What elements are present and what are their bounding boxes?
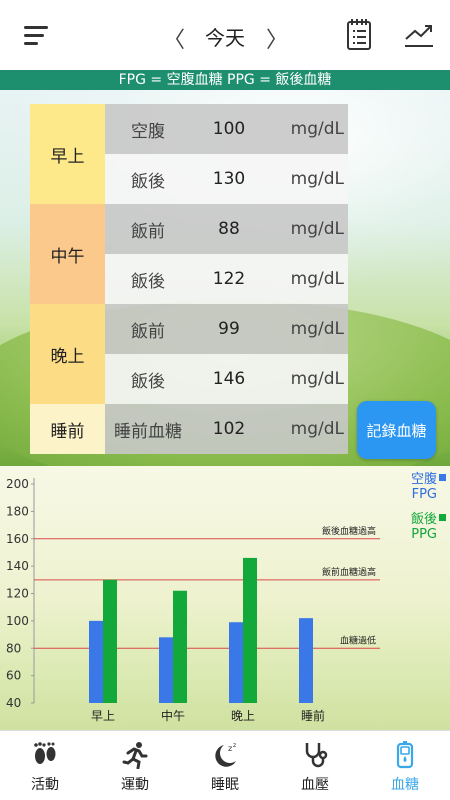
record-glucose-button[interactable]: 記錄血糖 [357, 401, 436, 459]
y-tick-label: 80 [6, 641, 21, 655]
reference-line-label: 飯後血糖過高 [322, 525, 376, 537]
nav-item-activity[interactable]: 活動 [0, 731, 90, 800]
reading-value: 99 [218, 319, 240, 339]
trend-chart-icon[interactable] [404, 22, 434, 48]
reading-value: 100 [212, 119, 246, 139]
reading-unit: mg/dL [290, 269, 344, 289]
legend-fpg-swatch [439, 474, 446, 481]
y-tick-label: 40 [6, 696, 21, 710]
legend-ppg: 飯後 PPG [402, 512, 446, 542]
table-row[interactable]: 飯前 99 mg/dL [105, 304, 348, 354]
reading-value: 102 [212, 419, 246, 439]
y-tick-label: 160 [6, 532, 29, 546]
abbreviation-legend: FPG = 空腹血糖 PPG = 飯後血糖 [0, 70, 450, 90]
bottom-navigation: 活動 運動 z z 睡眠 血壓 血糖 [0, 730, 450, 800]
period-bedtime: 睡前 [30, 404, 105, 454]
nav-label: 血壓 [301, 777, 329, 793]
legend-fpg: 空腹 FPG [402, 472, 446, 502]
nav-item-sleep[interactable]: z z 睡眠 [180, 731, 270, 800]
reading-label: 空腹 [131, 121, 165, 142]
reading-value: 88 [218, 219, 240, 239]
reading-label: 飯後 [131, 371, 165, 392]
glucose-meter-icon [396, 741, 414, 769]
table-row[interactable]: 飯後 122 mg/dL [105, 254, 348, 304]
previous-day-button[interactable]: 〈 [163, 22, 185, 54]
nav-item-blood-pressure[interactable]: 血壓 [270, 731, 360, 800]
reading-label: 飯後 [131, 271, 165, 292]
reading-unit: mg/dL [290, 119, 344, 139]
nav-label: 血糖 [391, 777, 419, 793]
period-morning: 早上 [30, 104, 105, 204]
nav-label: 睡眠 [211, 777, 239, 793]
chart-bar [173, 590, 187, 703]
y-tick-label: 140 [6, 559, 29, 573]
glucose-chart: 40 60 80 100 120 140 160 180 200 飯後血糖過高 飯前血糖過高血糖過低… [0, 466, 450, 730]
reading-value: 130 [212, 169, 246, 189]
legend-ppg-swatch [439, 514, 446, 521]
y-tick-label: 180 [6, 504, 29, 518]
y-tick-label: 60 [6, 669, 21, 683]
reading-unit: mg/dL [290, 319, 344, 339]
reading-unit: mg/dL [290, 369, 344, 389]
reading-unit: mg/dL [290, 419, 344, 439]
reading-value: 122 [212, 269, 246, 289]
menu-icon[interactable] [24, 26, 48, 46]
x-tick-label: 早上 [91, 709, 115, 723]
svg-text:z: z [228, 744, 232, 753]
x-tick-label: 睡前 [301, 708, 325, 723]
nav-item-blood-glucose[interactable]: 血糖 [360, 731, 450, 800]
legend-ppg-label: 飯後 [410, 512, 437, 527]
nav-label: 活動 [31, 777, 59, 793]
chart-bar [103, 579, 117, 703]
x-tick-label: 中午 [161, 708, 185, 723]
legend-fpg-abbr: FPG [411, 487, 437, 502]
stethoscope-icon [305, 743, 328, 768]
reference-line-label: 血糖過低 [340, 634, 376, 646]
chart-bar [299, 618, 313, 703]
footprints-icon [34, 742, 56, 764]
reading-label: 飯後 [131, 171, 165, 192]
reference-line-label: 飯前血糖過高 [322, 566, 376, 578]
table-row[interactable]: 睡前血糖 102 mg/dL [105, 404, 348, 454]
nav-item-exercise[interactable]: 運動 [90, 731, 180, 800]
svg-text:z: z [233, 742, 236, 749]
next-day-button[interactable]: 〉 [266, 22, 288, 54]
y-tick-label: 120 [6, 587, 29, 601]
reading-label: 飯前 [131, 221, 165, 242]
reading-label: 飯前 [131, 321, 165, 342]
chart-bar [243, 557, 257, 703]
chart-bar [159, 637, 173, 703]
table-row[interactable]: 飯前 88 mg/dL [105, 204, 348, 254]
table-row[interactable]: 空腹 100 mg/dL [105, 104, 348, 154]
reading-unit: mg/dL [290, 219, 344, 239]
y-tick-label: 100 [6, 614, 29, 628]
legend-ppg-abbr: PPG [411, 527, 437, 542]
table-row[interactable]: 飯後 146 mg/dL [105, 354, 348, 404]
nav-label: 運動 [121, 777, 149, 793]
chart-bar [89, 620, 103, 703]
period-evening: 晚上 [30, 304, 105, 404]
page-title: 今天 [205, 26, 245, 50]
glucose-bar-chart: 40 60 80 100 120 140 160 180 200 飯後血糖過高飯前血糖過高血糖過低… [6, 477, 380, 723]
notes-icon[interactable] [346, 18, 372, 50]
chart-bar [229, 622, 243, 703]
running-icon [122, 742, 148, 769]
legend-fpg-label: 空腹 [410, 472, 437, 487]
reading-label: 睡前血糖 [114, 421, 182, 442]
app-header: 〈 今天 〉 [0, 0, 450, 70]
sleep-icon: z z [215, 742, 236, 767]
period-noon: 中午 [30, 204, 105, 304]
y-tick-label: 200 [6, 477, 29, 491]
reading-value: 146 [212, 369, 246, 389]
x-tick-label: 晚上 [231, 709, 255, 723]
reading-unit: mg/dL [290, 169, 344, 189]
table-row[interactable]: 飯後 130 mg/dL [105, 154, 348, 204]
